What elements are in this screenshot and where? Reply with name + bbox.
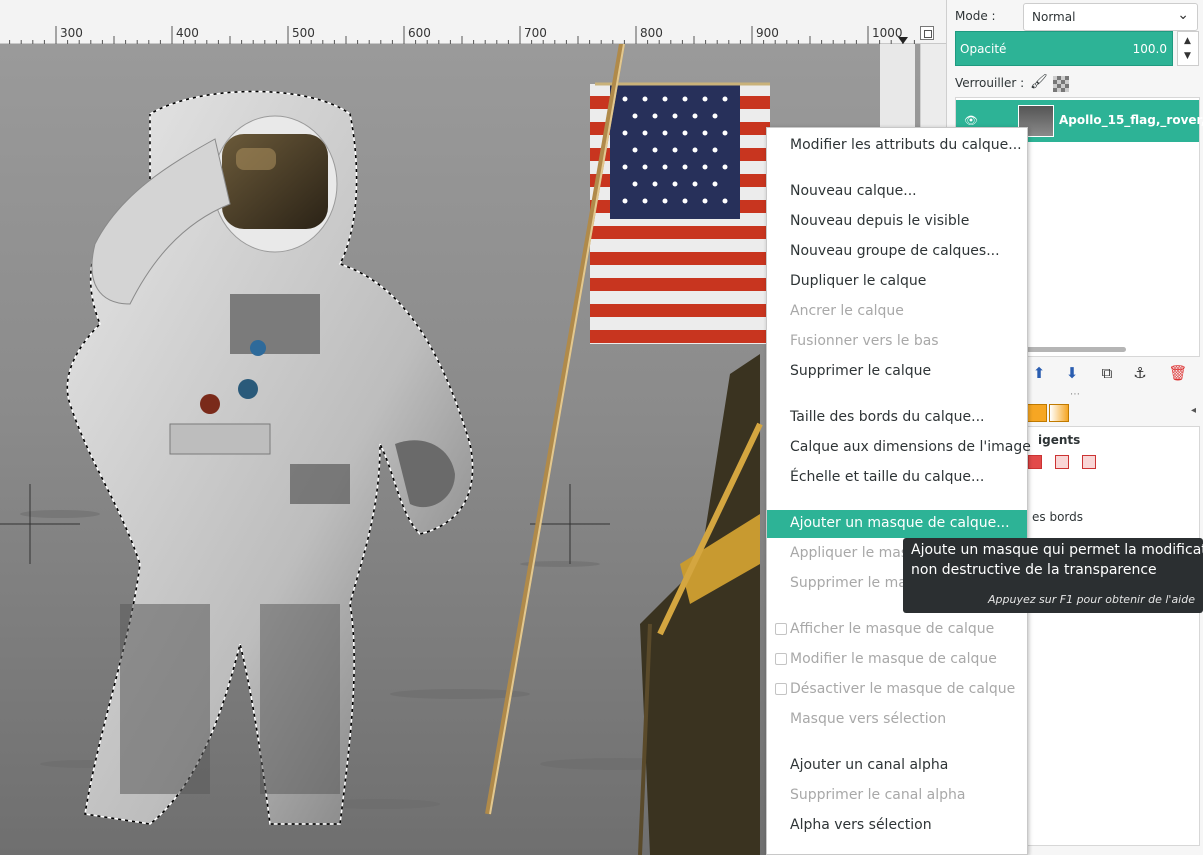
gradient-editor-tab-icon[interactable]	[1049, 404, 1069, 422]
menu-item-alpha-to-selection[interactable]: Alpha vers sélection	[767, 812, 1027, 840]
lock-paint-icon[interactable]: 🖌	[1030, 74, 1048, 92]
gimp-window: 300 400 500 600 700 800 900 1000 Mode: …	[0, 0, 1203, 855]
lock-alpha-icon[interactable]	[1053, 76, 1069, 92]
menu-item-label: Masque vers sélection	[790, 711, 947, 727]
replace-mode-icon[interactable]	[1028, 455, 1042, 469]
menu-item-label: Échelle et taille du calque...	[790, 469, 985, 485]
duplicate-layer-icon[interactable]: ⧉	[1097, 363, 1117, 383]
ruler-label: 900	[756, 26, 779, 40]
menu-item-label: Nouveau groupe de calques...	[790, 243, 1000, 259]
tooltip-line-1: Ajoute un masque qui permet la modificat…	[911, 542, 1203, 558]
menu-item-label: Supprimer le canal alpha	[790, 787, 966, 803]
opacity-value: 100.0	[1132, 42, 1167, 56]
menu-item-label: Taille des bords du calque...	[790, 409, 985, 425]
menu-item-label: Modifier les attributs du calque...	[790, 137, 1022, 153]
pointer-position-marker	[898, 37, 908, 44]
ruler-label: 600	[408, 26, 431, 40]
anchor-layer-icon[interactable]: ⚓	[1130, 363, 1150, 383]
navigate-icon[interactable]	[920, 26, 934, 40]
opacity-slider[interactable]: Opacité 100.0	[955, 31, 1173, 66]
opacity-label: Opacité	[960, 42, 1007, 56]
lower-layer-icon[interactable]: ⬇	[1062, 363, 1082, 383]
menu-item-add-alpha-channel[interactable]: Ajouter un canal alpha	[767, 752, 1027, 780]
ruler-ticks	[9, 26, 915, 44]
gradient-tab-icon[interactable]	[1027, 404, 1047, 422]
delete-layer-icon[interactable]: 🗑	[1168, 363, 1188, 383]
ruler-label: 800	[640, 26, 663, 40]
add-mode-icon[interactable]	[1055, 455, 1069, 469]
menu-item-remove-alpha-channel: Supprimer le canal alpha	[767, 782, 1027, 810]
panel-menu-icon[interactable]: ◂	[1191, 405, 1196, 416]
mode-label: Mode :	[955, 9, 996, 23]
ruler-label: 400	[176, 26, 199, 40]
layer-context-menu: Modifier les attributs du calque... Nouv…	[766, 127, 1031, 855]
menu-item-label: Nouveau calque...	[790, 183, 917, 199]
menu-item-new-layer[interactable]: Nouveau calque...	[767, 178, 1027, 206]
menu-item-edit-attributes[interactable]: Modifier les attributs du calque...	[767, 132, 1027, 160]
menu-item-merge-down: Fusionner vers le bas	[767, 328, 1027, 356]
menu-item-scale-layer[interactable]: Échelle et taille du calque...	[767, 464, 1027, 492]
menu-item-edit-layer-mask: Modifier le masque de calque	[767, 646, 1027, 674]
menu-item-label: Ajouter un canal alpha	[790, 757, 949, 773]
spin-down-icon[interactable]: ▼	[1184, 51, 1191, 61]
tooltip-line-2: non destructive de la transparence	[911, 562, 1157, 578]
menu-item-label: Calque aux dimensions de l'image	[790, 439, 1031, 455]
menu-item-duplicate-layer[interactable]: Dupliquer le calque	[767, 268, 1027, 296]
tooltip-help-hint: Appuyez sur F1 pour obtenir de l'aide	[988, 593, 1195, 606]
menu-item-layer-to-image-size[interactable]: Calque aux dimensions de l'image	[767, 434, 1031, 462]
checkbox	[775, 653, 787, 665]
ruler-label: 700	[524, 26, 547, 40]
menu-item-label: Fusionner vers le bas	[790, 333, 939, 349]
mode-value: Normal	[1032, 10, 1076, 24]
ruler-label: 300	[60, 26, 83, 40]
menu-item-show-layer-mask: Afficher le masque de calque	[767, 616, 1027, 644]
menu-item-label: Ajouter un masque de calque...	[790, 515, 1010, 531]
spin-up-icon[interactable]: ▲	[1184, 36, 1191, 46]
menu-item-new-layer-group[interactable]: Nouveau groupe de calques...	[767, 238, 1027, 266]
dock-separator-grip[interactable]: ⋯	[1070, 389, 1080, 400]
menu-item-add-layer-mask[interactable]: Ajouter un masque de calque...	[767, 510, 1027, 538]
lock-label: Verrouiller :	[955, 76, 1025, 90]
opacity-spinner[interactable]: ▲ ▼	[1177, 31, 1199, 66]
menu-item-label: Modifier le masque de calque	[790, 651, 997, 667]
eye-icon[interactable]: 👁	[964, 114, 978, 127]
chevron-down-icon: ⌄	[1177, 7, 1189, 23]
horizontal-ruler: 300 400 500 600 700 800 900 1000	[0, 0, 946, 44]
menu-item-new-from-visible[interactable]: Nouveau depuis le visible	[767, 208, 1027, 236]
ruler-label: 500	[292, 26, 315, 40]
menu-item-disable-layer-mask: Désactiver le masque de calque	[767, 676, 1027, 704]
opacity-row: Opacité 100.0 ▲ ▼	[955, 31, 1200, 67]
menu-item-anchor-layer: Ancrer le calque	[767, 298, 1027, 326]
checkbox	[775, 623, 787, 635]
mode-row: Mode : Normal ⌄	[955, 3, 1200, 31]
tooltip: Ajoute un masque qui permet la modificat…	[903, 538, 1203, 613]
mode-select[interactable]: Normal ⌄	[1023, 3, 1198, 31]
menu-item-label: Ancrer le calque	[790, 303, 904, 319]
menu-item-label: Dupliquer le calque	[790, 273, 927, 289]
panel-heading: igents	[1038, 433, 1081, 447]
subtract-mode-icon[interactable]	[1082, 455, 1096, 469]
menu-item-mask-to-selection: Masque vers sélection	[767, 706, 1027, 734]
menu-item-delete-layer[interactable]: Supprimer le calque	[767, 358, 1027, 386]
menu-item-label: Alpha vers sélection	[790, 817, 932, 833]
raise-layer-icon[interactable]: ⬆	[1029, 363, 1049, 383]
checkbox	[775, 683, 787, 695]
menu-item-label: Afficher le masque de calque	[790, 621, 995, 637]
menu-item-label: Supprimer le calque	[790, 363, 932, 379]
feather-edges-label: es bords	[1032, 510, 1083, 524]
menu-item-layer-boundary-size[interactable]: Taille des bords du calque...	[767, 404, 1027, 432]
menu-item-label: Nouveau depuis le visible	[790, 213, 970, 229]
layer-name: Apollo_15_flag,_rover,_l	[1059, 113, 1203, 127]
menu-item-label: Désactiver le masque de calque	[790, 681, 1016, 697]
